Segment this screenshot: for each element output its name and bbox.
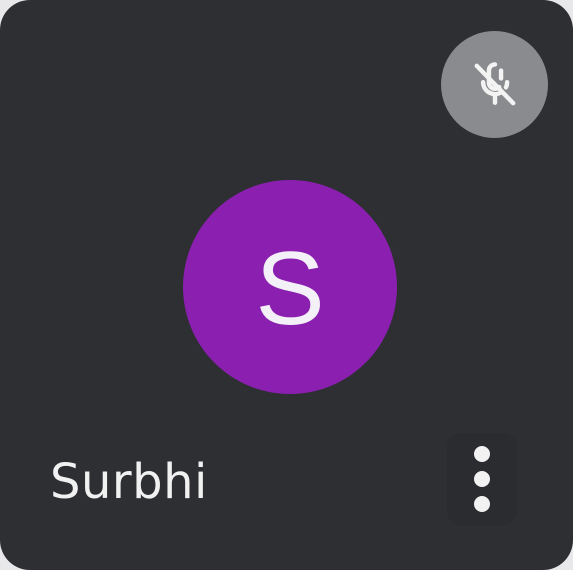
- participant-name: Surbhi: [50, 454, 208, 510]
- avatar: S: [183, 180, 397, 394]
- mic-off-icon: [467, 57, 523, 113]
- more-vert-icon-dot: [474, 471, 490, 487]
- avatar-initial: S: [255, 231, 325, 347]
- more-options-button[interactable]: [447, 433, 517, 525]
- participant-tile: S Surbhi: [0, 0, 573, 570]
- more-vert-icon-dot: [474, 496, 490, 512]
- mute-indicator: [441, 31, 548, 138]
- more-vert-icon: [474, 446, 490, 462]
